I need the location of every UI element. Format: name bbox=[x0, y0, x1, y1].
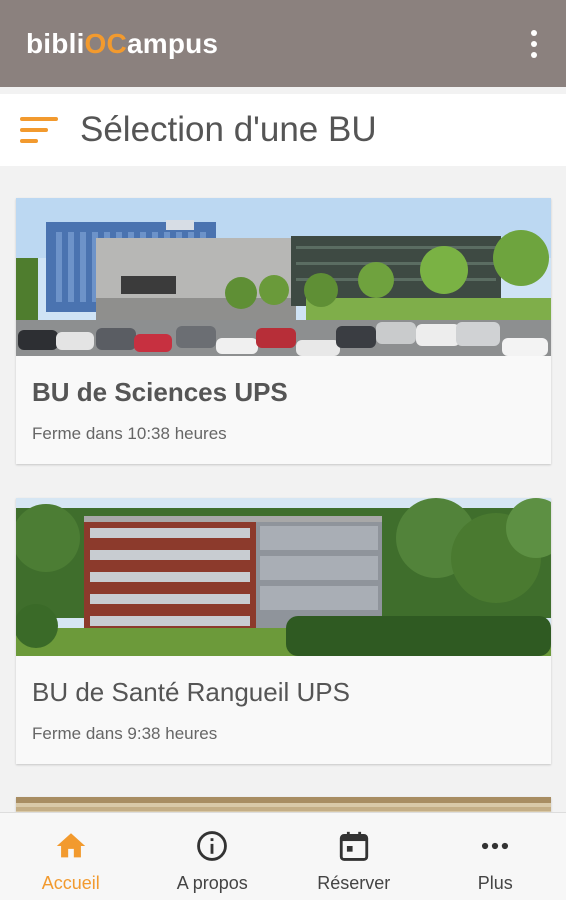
page-title: Sélection d'une BU bbox=[80, 110, 377, 149]
app-bar: bibliOCampus bbox=[0, 0, 566, 87]
library-card-sante-rangueil[interactable]: BU de Santé Rangueil UPS Ferme dans 9:38… bbox=[16, 498, 551, 764]
calendar-icon bbox=[339, 831, 368, 861]
info-icon bbox=[197, 831, 228, 861]
app-screen: bibliOCampus Sélection d'une BU BU de Sc… bbox=[0, 0, 566, 900]
nav-item-accueil[interactable]: Accueil bbox=[0, 813, 142, 900]
nav-label: Réserver bbox=[317, 873, 391, 893]
library-status: Ferme dans 10:38 heures bbox=[32, 424, 227, 443]
library-status: Ferme dans 9:38 heures bbox=[32, 724, 218, 743]
library-photo-sciences bbox=[16, 198, 551, 356]
library-name: BU de Sciences UPS bbox=[32, 377, 288, 407]
app-logo: bibliOCampus bbox=[26, 28, 218, 60]
home-icon bbox=[56, 833, 85, 858]
logo-text-part3: ampus bbox=[126, 27, 219, 59]
more-horiz-icon bbox=[482, 842, 509, 850]
nav-item-reserver[interactable]: Réserver bbox=[283, 813, 425, 900]
library-name: BU de Santé Rangueil UPS bbox=[32, 677, 350, 707]
nav-item-plus[interactable]: Plus bbox=[425, 813, 566, 900]
nav-label: Plus bbox=[477, 873, 513, 893]
nav-item-a-propos[interactable]: A propos bbox=[142, 813, 284, 900]
more-vert-icon[interactable] bbox=[524, 30, 544, 58]
logo-text-part1: bibli bbox=[26, 27, 85, 59]
logo-text-accent: OC bbox=[84, 27, 127, 59]
bottom-navigation: Accueil A propos Réserver Plus bbox=[0, 812, 566, 900]
card-body: BU de Santé Rangueil UPS Ferme dans 9:38… bbox=[16, 656, 551, 744]
card-body: BU de Sciences UPS Ferme dans 10:38 heur… bbox=[16, 356, 551, 444]
library-photo-sante-rangueil bbox=[16, 498, 551, 656]
nav-label: Accueil bbox=[41, 873, 100, 893]
sort-icon[interactable] bbox=[20, 117, 58, 143]
page-header: Sélection d'une BU bbox=[0, 94, 566, 166]
nav-label: A propos bbox=[176, 873, 248, 893]
library-card-sciences[interactable]: BU de Sciences UPS Ferme dans 10:38 heur… bbox=[16, 198, 551, 464]
